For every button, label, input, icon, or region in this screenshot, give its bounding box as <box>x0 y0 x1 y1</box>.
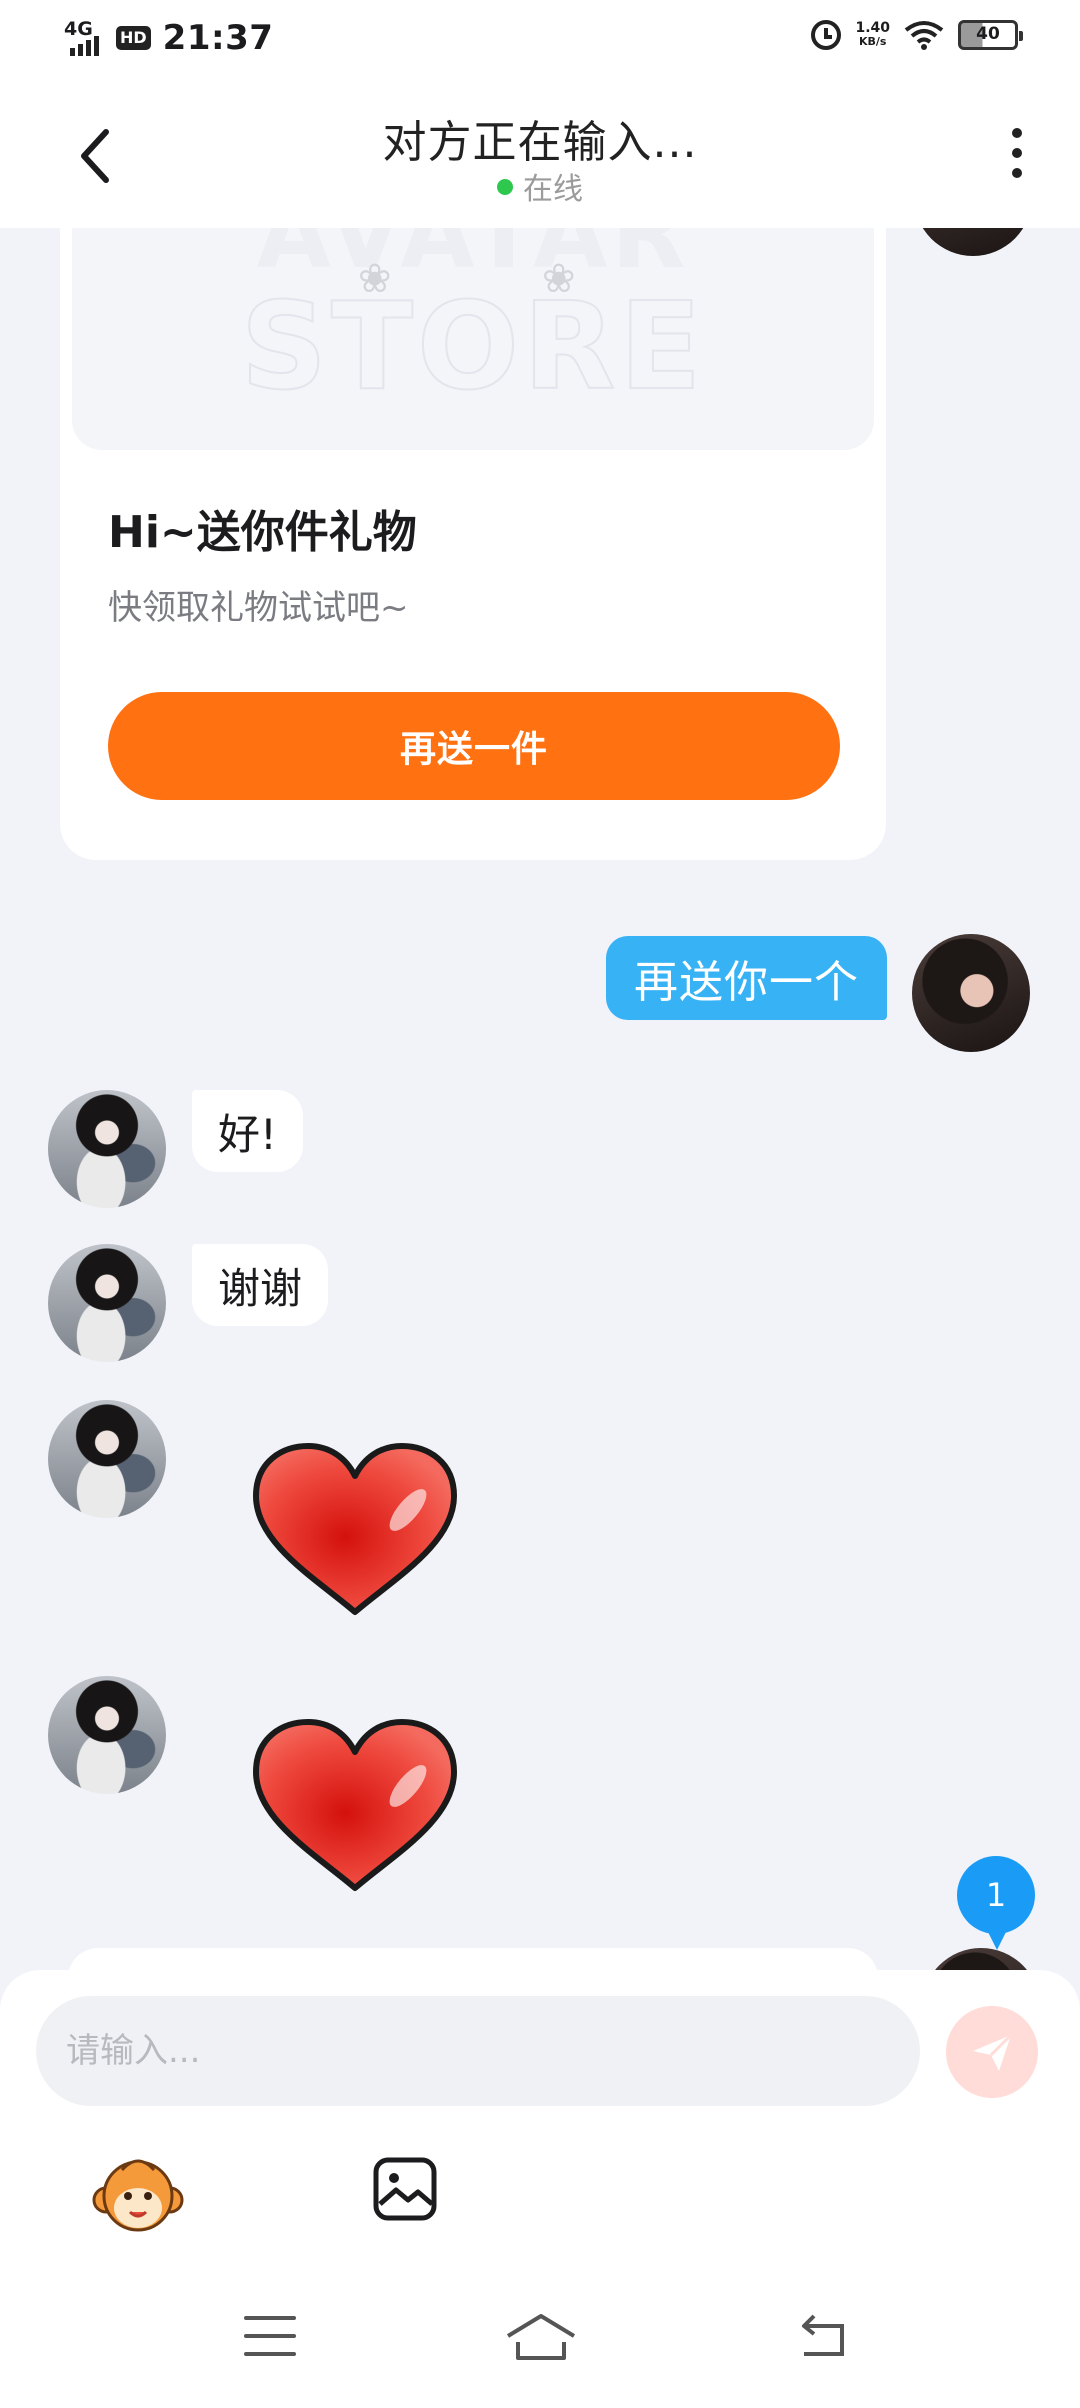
contact-avatar[interactable] <box>48 1090 166 1208</box>
status-left: 4G HD 21:37 <box>64 18 273 58</box>
gift-banner-image: AVATAR STORE ❀ ❀ <box>72 228 874 450</box>
monkey-sticker-icon <box>92 2159 184 2232</box>
home-button[interactable] <box>504 2310 578 2366</box>
network-speed-value: 1.40 <box>855 20 890 36</box>
message-input[interactable] <box>36 1996 920 2106</box>
message-bubble-received: 好! <box>192 1090 303 1172</box>
contact-avatar[interactable] <box>48 1400 166 1518</box>
image-icon <box>373 2157 437 2221</box>
status-time: 21:37 <box>162 18 274 58</box>
network-speed-unit: KB/s <box>858 35 887 48</box>
back-arrow-icon <box>802 2314 844 2356</box>
home-icon <box>506 2314 576 2360</box>
online-status-label: 在线 <box>523 172 583 207</box>
flower-icon: ❀ <box>358 256 392 302</box>
online-dot-icon <box>497 179 513 195</box>
my-avatar[interactable] <box>922 1948 1040 1972</box>
status-right: 1.40 KB/s 40 <box>811 20 1023 50</box>
hd-badge: HD <box>116 26 151 50</box>
signal-icon: 4G <box>64 18 110 58</box>
online-status: 在线 <box>0 164 1080 208</box>
page-title: 对方正在输入... <box>382 117 698 168</box>
contact-avatar[interactable] <box>48 1676 166 1794</box>
status-bar: 4G HD 21:37 1.40 KB/s 40 <box>0 0 1080 84</box>
heart-sticker-icon <box>253 1719 457 1891</box>
alarm-icon <box>811 20 842 50</box>
more-options-button[interactable] <box>1002 128 1032 188</box>
battery-level: 40 <box>976 24 1000 44</box>
more-dot-icon <box>1012 128 1022 138</box>
send-icon <box>973 2033 1013 2071</box>
image-button[interactable] <box>372 2156 438 2222</box>
heart-sticker-icon <box>253 1443 457 1615</box>
gift-card: AVATAR STORE ❀ ❀ Hi~送你件礼物 快领取礼物试试吧~ 再送一件 <box>60 228 886 860</box>
recent-apps-button[interactable] <box>244 2316 296 2360</box>
message-bubble-received: 谢谢 <box>192 1244 329 1326</box>
chat-messages[interactable]: AVATAR STORE ❀ ❀ Hi~送你件礼物 快领取礼物试试吧~ 再送一件… <box>0 228 1080 1972</box>
menu-icon <box>244 2316 296 2320</box>
my-avatar[interactable] <box>914 228 1032 256</box>
message-bubble-sent: 再送你一个 <box>606 936 887 1020</box>
send-button[interactable] <box>946 2006 1038 2098</box>
battery-icon: 40 <box>958 20 1023 50</box>
network-speed: 1.40 KB/s <box>855 21 890 49</box>
my-avatar[interactable] <box>912 934 1030 1052</box>
contact-avatar[interactable] <box>48 1244 166 1362</box>
sticker-button[interactable] <box>92 2150 184 2242</box>
system-back-button[interactable] <box>796 2312 852 2362</box>
system-navigation-bar <box>0 2294 1080 2408</box>
wifi-icon <box>904 21 944 50</box>
gift-title: Hi~送你件礼物 <box>108 507 417 558</box>
next-gift-card-edge <box>68 1948 878 1972</box>
flower-icon: ❀ <box>542 256 576 302</box>
send-another-gift-button[interactable]: 再送一件 <box>108 692 840 800</box>
gift-subtitle: 快领取礼物试试吧~ <box>108 588 409 628</box>
chat-header: 对方正在输入... 在线 <box>0 84 1080 228</box>
new-message-badge[interactable]: 1 <box>957 1856 1035 1950</box>
